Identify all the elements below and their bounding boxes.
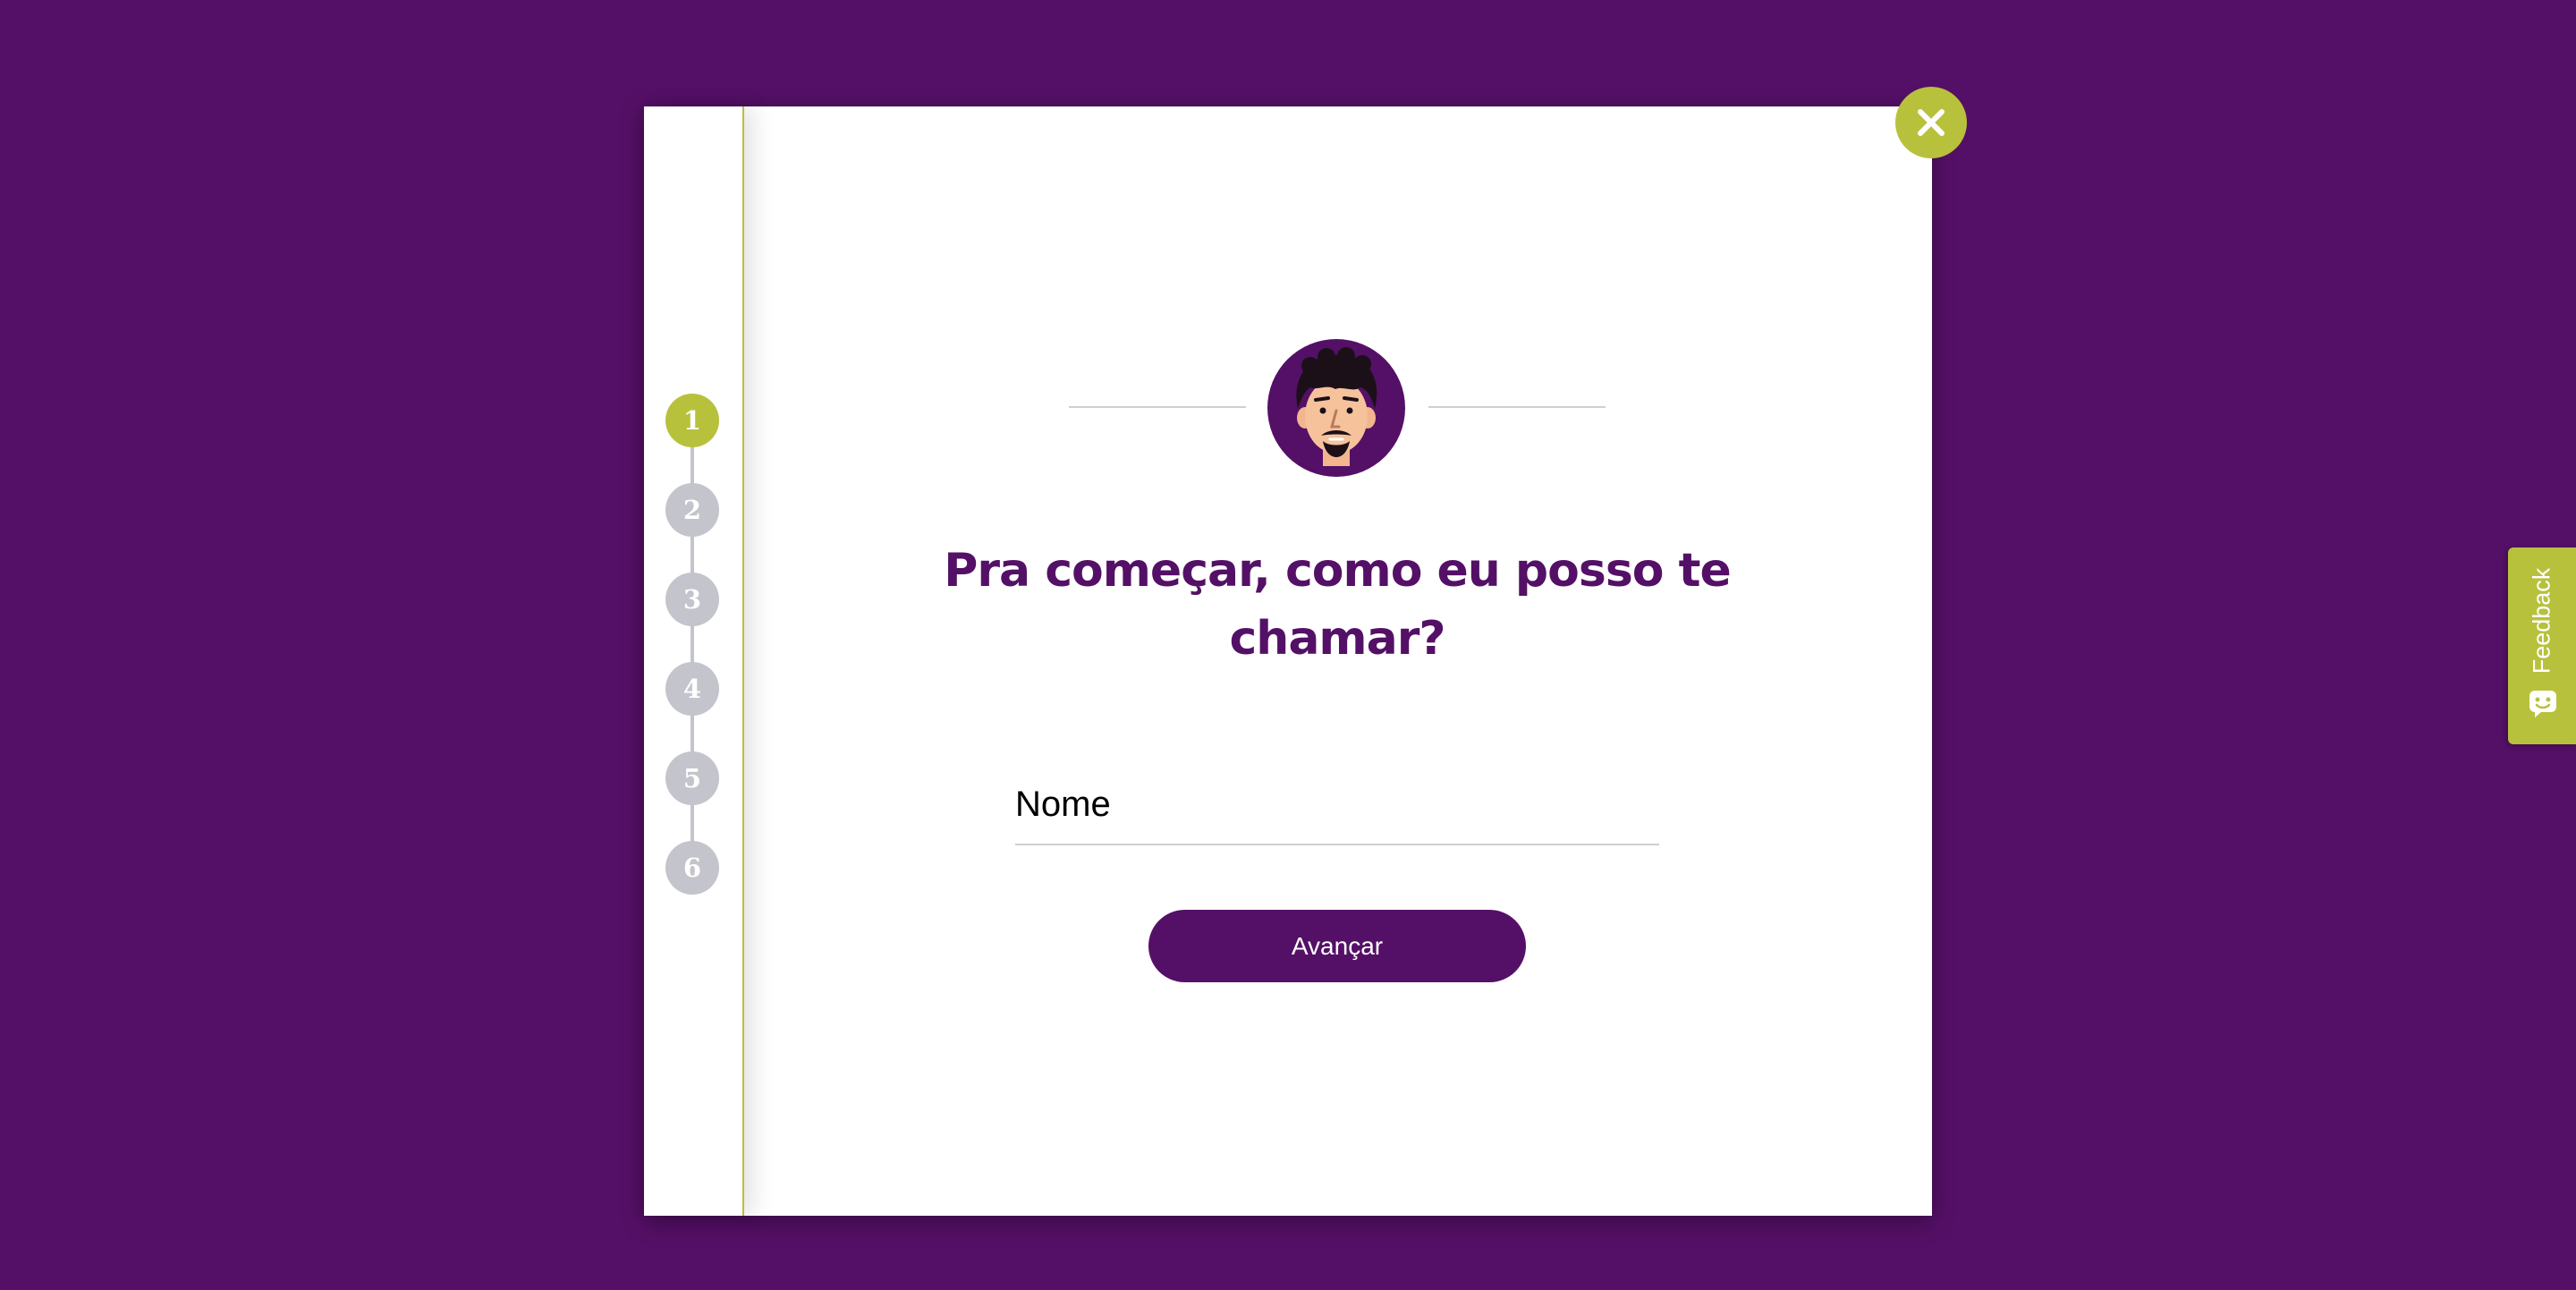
feedback-tab[interactable]: Feedback (2508, 547, 2576, 744)
step-5: 5 (665, 751, 719, 805)
step-6: 6 (665, 841, 719, 895)
step-2: 2 (665, 483, 719, 537)
step-indicator: 1 2 3 4 5 6 (644, 106, 744, 1216)
bearded-man-avatar-icon (1267, 339, 1405, 477)
advance-button[interactable]: Avançar (1148, 910, 1526, 982)
step-4: 4 (665, 662, 719, 716)
avatar-divider-left (1069, 406, 1246, 408)
avatar-divider-right (1428, 406, 1606, 408)
chat-bubble-icon (2529, 691, 2556, 717)
close-icon (1918, 109, 1945, 136)
page-title: Pra começar, como eu posso te chamar? (944, 544, 1731, 666)
step-3: 3 (665, 573, 719, 626)
close-button[interactable] (1895, 87, 1967, 158)
feedback-label: Feedback (2528, 567, 2555, 675)
step-1: 1 (665, 394, 719, 447)
name-input[interactable] (1015, 765, 1659, 845)
